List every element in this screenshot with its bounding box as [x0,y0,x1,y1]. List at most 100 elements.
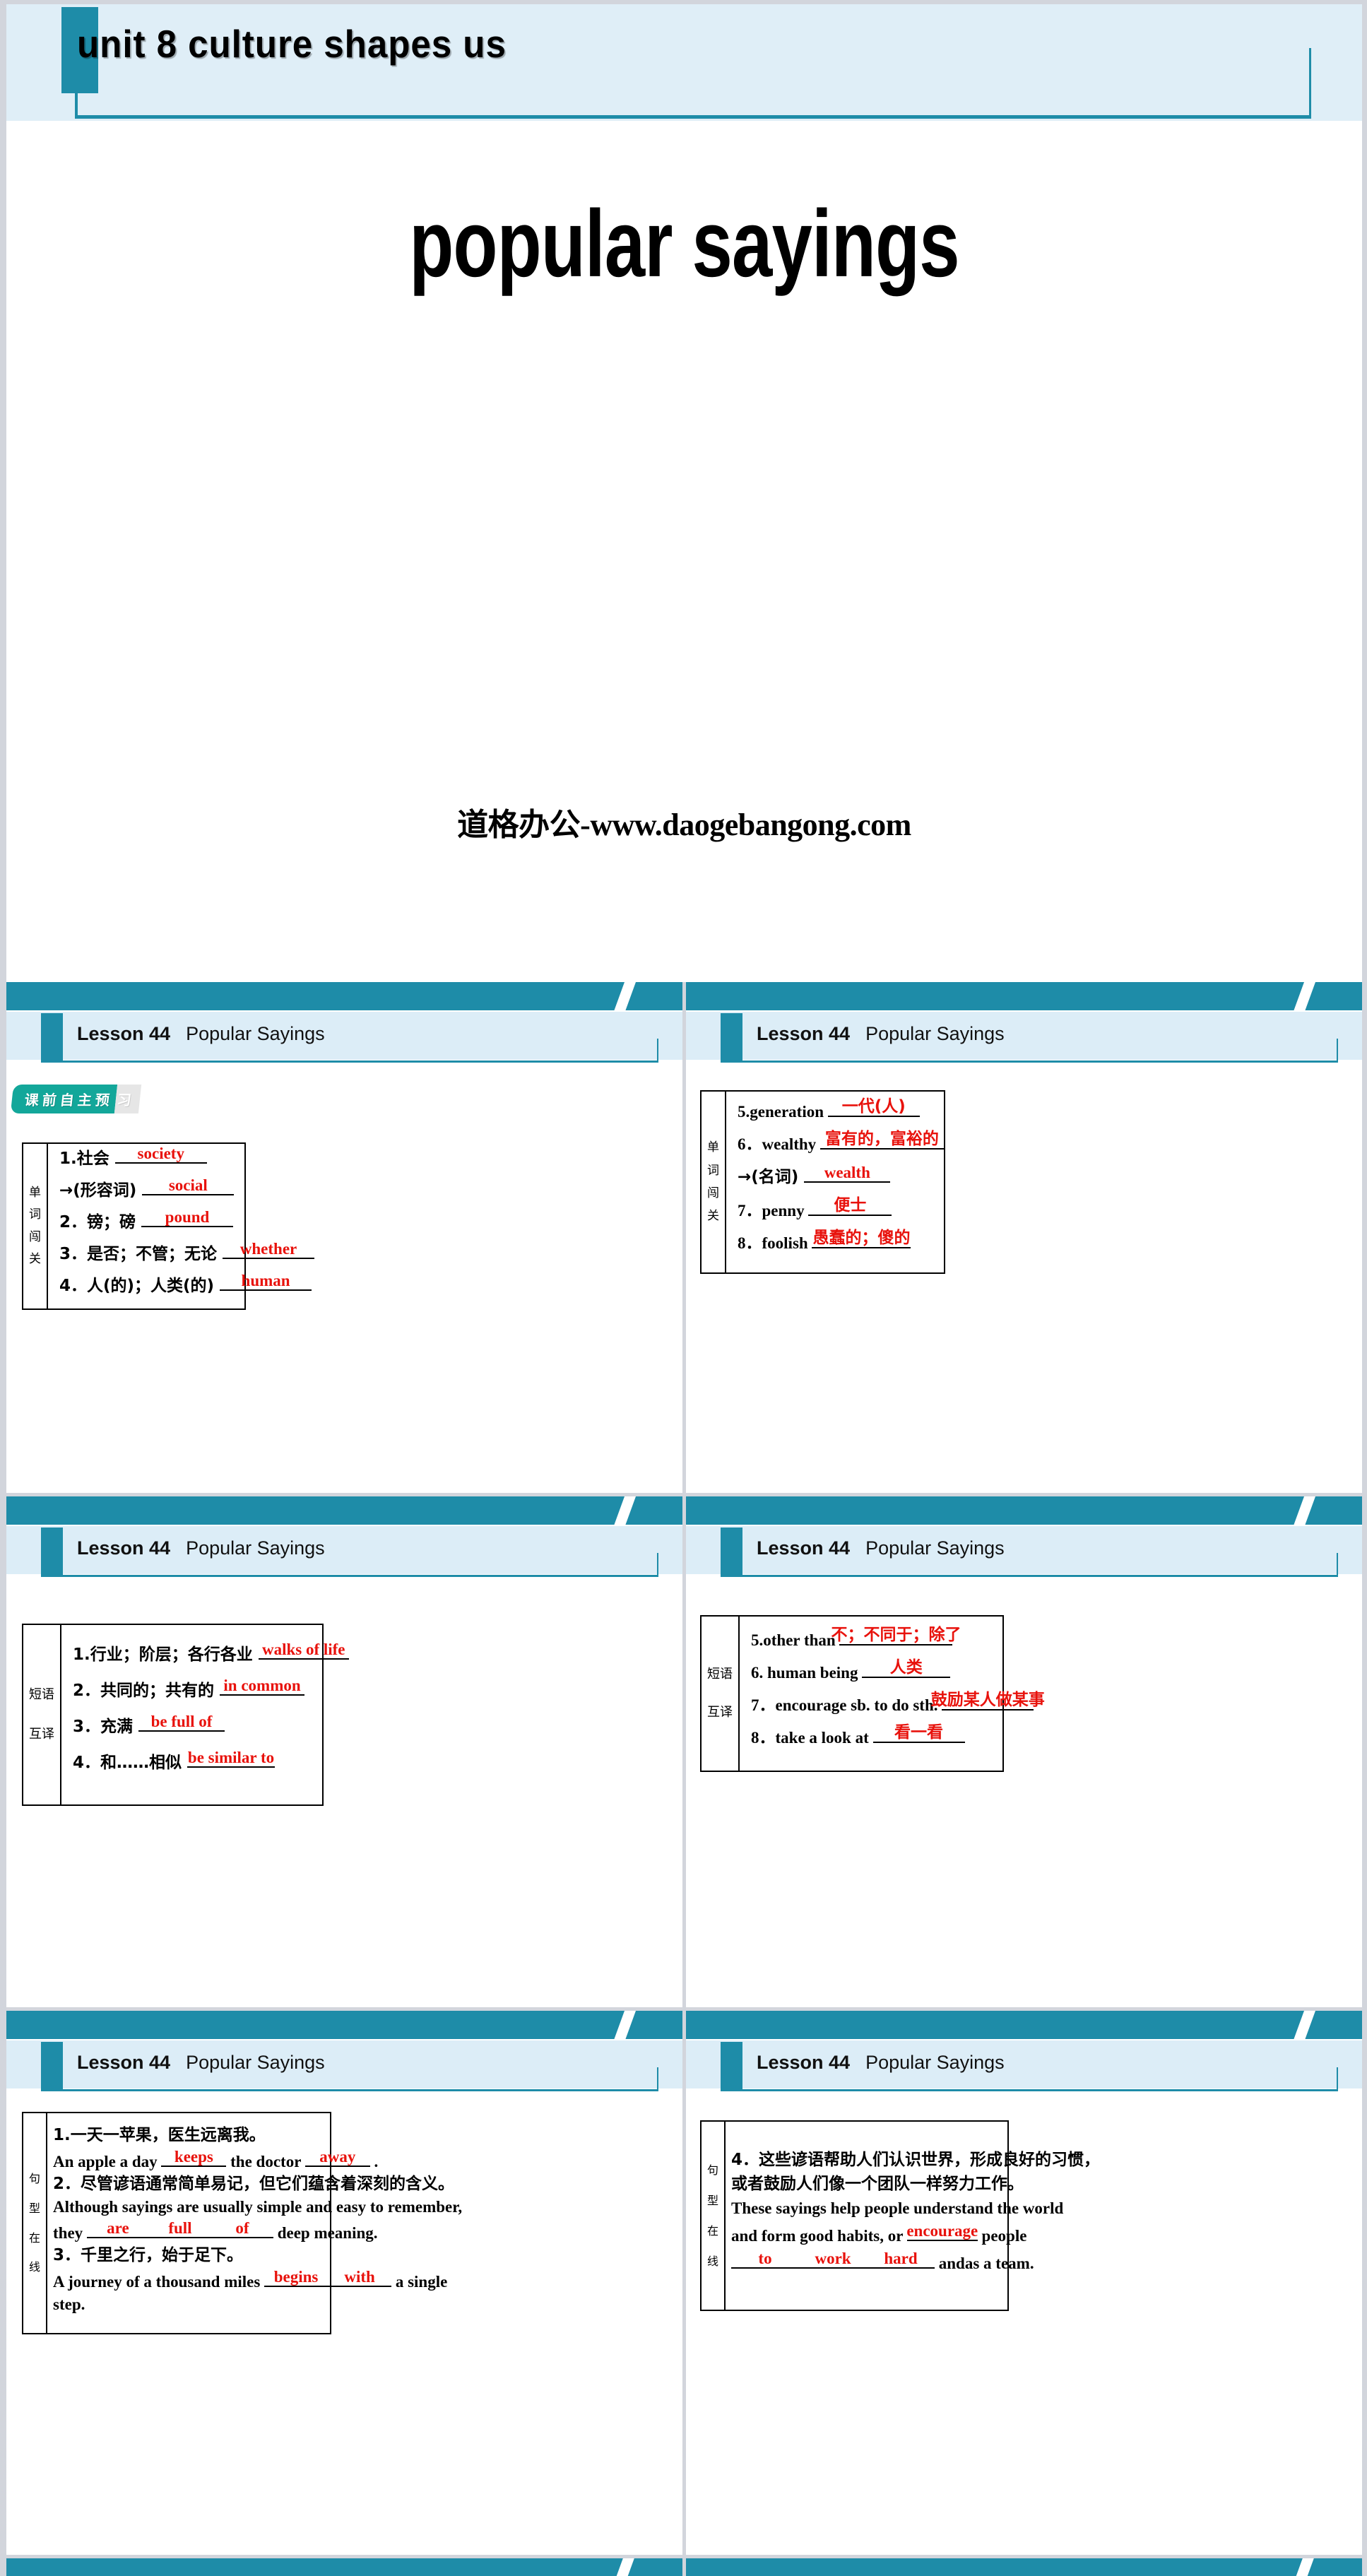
phrase-table-1: 短语互译 1.行业；阶层；各行各业 walks of life 2．共同的；共有的… [22,1624,349,1806]
slide-header-text: Lesson 44 Popular Sayings [757,2052,1005,2074]
lesson-label: Lesson 44 [757,2052,851,2073]
slide-header-text: Lesson 44 Popular Sayings [77,1537,325,1559]
answer-blank: be similar to [187,1749,276,1768]
answer-blank: 人类 [862,1660,951,1678]
table-label-char: 型 [707,2193,719,2207]
answer-blank: human [220,1272,312,1292]
answer-text: be full of [150,1713,213,1731]
topbar-slash-decoration [1291,2011,1317,2045]
chinese-sentence: 1.一天一苹果，医生远离我。 [53,2125,266,2144]
answer-text: 鼓励某人做某事 [930,1691,1045,1710]
lesson-label: Lesson 44 [757,1023,851,1044]
lesson-label: Lesson 44 [757,1537,851,1559]
answer-blank: 鼓励某人做某事 [931,1692,1045,1711]
chinese-sentence: 或者鼓励人们像一个团队一样努力工作。 [731,2174,1024,2193]
answer-blank: full [148,2219,211,2239]
table-label-char: 单 [707,1140,719,1155]
prompt-text: 5.generation [738,1103,828,1121]
sentence-fragment: A journey of a thousand miles [53,2273,265,2291]
answer-blank: 愚蠢的；傻的 [812,1229,911,1248]
lesson-label: Lesson 44 [77,2052,171,2073]
hero-eyebrow-title: unit 8 culture shapes us [77,22,507,66]
topic-label: Popular Sayings [186,2052,325,2073]
answer-text: pound [165,1208,210,1227]
slide-5[interactable]: Lesson 44 Popular Sayings 句型在线 1.一天一苹果，医生… [6,2011,682,2555]
slide-topbar [6,1496,682,1530]
table-row: 3．是否；不管；无论 whether [59,1241,315,1263]
table-row-label: 单词闯关 [23,1144,48,1308]
answer-text: be similar to [187,1749,275,1767]
topbar-slash-decoration [1291,982,1317,1016]
slide-header-text: Lesson 44 Popular Sayings [757,1537,1005,1559]
answer-blank: with [328,2269,392,2288]
slide-header-text: Lesson 44 Popular Sayings [77,1023,325,1045]
phrase-table-2: 短语 互译 5.other than 不；不同于；除了 6. human being… [700,1615,1045,1772]
prompt-text: 8．take a look at [751,1729,873,1747]
hero-slide: unit 8 culture shapes us popular sayings… [0,0,1367,982]
prompt-text: 2．共同的；共有的 [73,1682,220,1700]
table-row: 3．充满 be full of [73,1713,349,1737]
answer-text: 便士 [834,1195,867,1215]
answer-text: 富有的，富裕的 [824,1130,939,1149]
answer-blank: 便士 [808,1195,892,1216]
sentence-fragment: the doctor [226,2152,305,2170]
answer-text: of [235,2219,249,2238]
topic-label: Popular Sayings [865,2052,1005,2073]
answer-text: 一代(人) [841,1097,906,1116]
topbar-slash-decoration [612,1496,637,1530]
answer-blank: 看一看 [872,1723,965,1744]
table-row: 1.行业；阶层；各行各业 walks of life [73,1641,349,1664]
topic-label: Popular Sayings [186,1023,325,1044]
prompt-text: 8．foolish [738,1234,812,1252]
answer-text: 看一看 [894,1723,943,1742]
slide-6[interactable]: Lesson 44 Popular Sayings 句型在线 4．这些谚语帮助人们… [686,2011,1362,2555]
prompt-text: 7．encourage sb. to do sth. [751,1696,942,1715]
answer-blank: society [114,1144,207,1164]
slide-4[interactable]: Lesson 44 Popular Sayings 短语 互译 5.other th… [686,1496,1362,2007]
sentence-fragment: and form good habits, or [731,2227,907,2245]
answer-blank: away [304,2147,370,2167]
table-label-char: 关 [707,1209,719,1224]
table-row: 3．千里之行，始于足下。 [53,2247,462,2264]
prompt-text: 1.社会 [59,1149,115,1168]
answer-text: away [319,2147,356,2166]
answer-text: society [137,1144,184,1162]
table-row: 2．尽管谚语通常简单易记，但它们蕴含着深刻的含义。 [53,2175,462,2192]
answer-blank: 一代(人) [827,1097,920,1118]
table-label-char: 互译 [707,1705,733,1720]
sentence-fragment: . [369,2152,379,2170]
table-label-char: 短语 [29,1687,54,1703]
slide-1[interactable]: Lesson 44 Popular Sayings 课前自主预 习 单词闯关 1.… [6,982,682,1493]
table-row: 2．镑；磅 pound [59,1208,314,1231]
table-label-char: 线 [29,2260,41,2274]
table-row-label: 单词闯关 [702,1092,726,1272]
table-row: A journey of a thousand miles begins with… [53,2269,462,2291]
answer-blank: wealth [804,1163,891,1183]
answer-text: wealth [824,1163,870,1181]
table-row: 7．encourage sb. to do sth. 鼓励某人做某事 [751,1692,1045,1715]
table-row: to work hard andas a team. [731,2250,1100,2271]
answer-blank: 不；不同于；除了 [831,1626,961,1646]
answer-blank: 富有的，富裕的 [819,1130,944,1150]
table-row: These sayings help people understand the… [731,2200,1100,2216]
table-body: 1.社会 society →(形容词) social 2．镑；磅 pound 3．是否… [48,1144,324,1308]
answer-blank: social [142,1177,235,1195]
table-label-char: 关 [29,1251,41,1266]
answer-text: full [168,2219,192,2238]
prompt-text: →(形容词) [59,1181,143,1200]
answer-blank: work [799,2250,868,2269]
answer-blank: encourage [906,2222,978,2241]
topbar-slash-decoration [1291,1496,1317,1530]
section-badge-green-text: 课前自主预 [10,1085,118,1113]
table-row: 1.一天一苹果，医生远离我。 [53,2127,462,2144]
prompt-text: 3．充满 [73,1718,139,1737]
answer-text: encourage [906,2222,978,2240]
sentence-table-1: 句型在线 1.一天一苹果，医生远离我。 An apple a day keeps… [22,2112,462,2334]
topbar-slash-decoration [612,982,637,1016]
prompt-text: 1.行业；阶层；各行各业 [73,1645,259,1664]
slide-2[interactable]: Lesson 44 Popular Sayings 单词闯关 5.generati… [686,982,1362,1493]
table-body: 1.行业；阶层；各行各业 walks of life 2．共同的；共有的 in c… [61,1625,359,1804]
table-label-char: 互译 [29,1727,54,1742]
slide-3[interactable]: Lesson 44 Popular Sayings 短语互译 1.行业；阶层；各行… [6,1496,682,2007]
topic-label: Popular Sayings [186,1537,325,1559]
